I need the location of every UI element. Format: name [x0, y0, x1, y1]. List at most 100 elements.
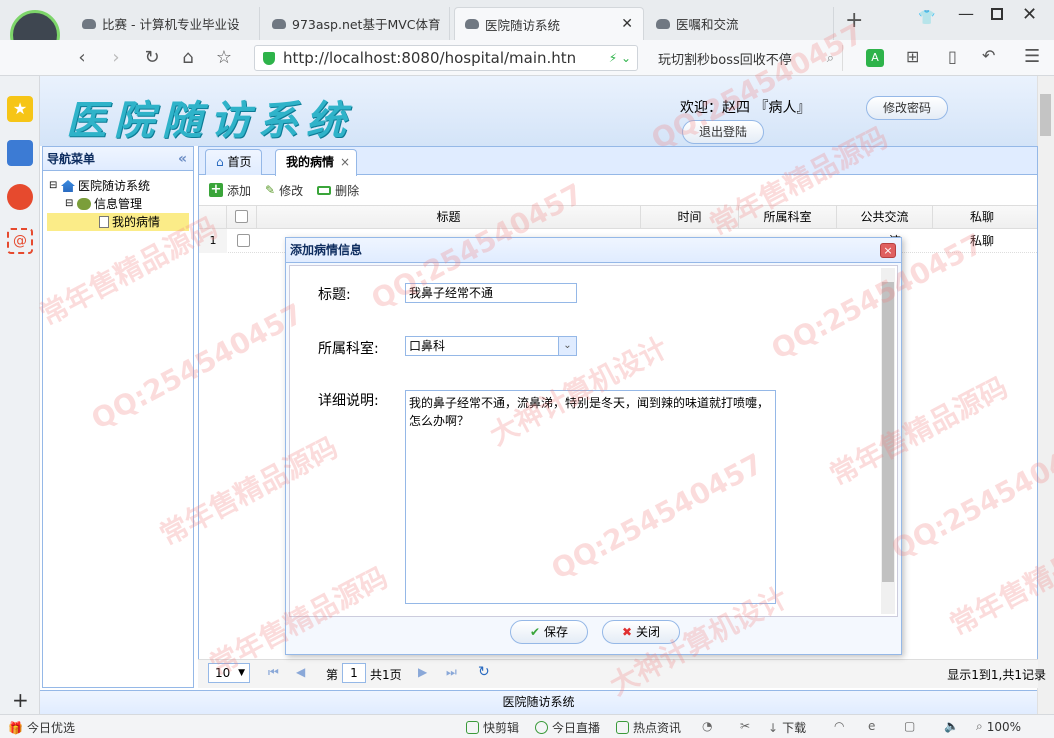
tree-node-root[interactable]: ⊟ 医院随访系统: [43, 177, 193, 195]
add-button[interactable]: + 添加: [209, 182, 251, 199]
address-bar[interactable]: http://localhost:8080/hospital/main.htn ⚡…: [254, 45, 638, 71]
grid-toolbar: + 添加 ✎ 修改 删除: [199, 175, 1037, 205]
minimize-icon[interactable]: —: [958, 4, 974, 23]
tools-icon: [77, 198, 91, 210]
edit-button[interactable]: ✎ 修改: [265, 182, 303, 199]
forward-icon[interactable]: ›: [104, 46, 128, 70]
tab-close-icon[interactable]: ✕: [621, 16, 633, 32]
reader-icon[interactable]: ▯: [948, 47, 957, 66]
page-scrollbar[interactable]: [1037, 76, 1054, 714]
sound-icon[interactable]: 🔈: [944, 719, 959, 733]
zoom-level[interactable]: ⌕ 100%: [976, 719, 1021, 734]
browser-tab-active[interactable]: 医院随访系统 ✕: [454, 7, 644, 40]
prev-page-icon[interactable]: ◀: [296, 665, 305, 679]
tab-favicon-icon: [272, 18, 286, 29]
refresh-icon[interactable]: ↻: [478, 664, 490, 680]
document-icon: [99, 216, 109, 228]
tab-close-icon[interactable]: ×: [340, 150, 350, 174]
change-password-button[interactable]: 修改密码: [866, 96, 948, 120]
tree-node-info-mgmt[interactable]: ⊟ 信息管理: [43, 195, 193, 213]
today-picks[interactable]: 🎁 今日优选: [8, 719, 75, 736]
tab-home[interactable]: ⌂ 首页: [205, 149, 263, 175]
tree-node-my-condition[interactable]: 我的病情: [47, 213, 189, 231]
system-title: 医院随访系统: [66, 97, 354, 144]
detail-label: 详细说明:: [318, 393, 379, 409]
nav-panel-title: 导航菜单 «: [43, 147, 193, 171]
browser-tab[interactable]: 比赛 - 计算机专业毕业设: [72, 7, 260, 40]
add-icon: +: [209, 182, 223, 197]
logout-button[interactable]: 退出登陆: [682, 120, 764, 144]
dialog-scrollbar[interactable]: [881, 268, 895, 614]
apps-icon[interactable]: ⊞: [906, 47, 919, 66]
notes-icon[interactable]: [7, 140, 33, 166]
undo-icon[interactable]: ↶: [982, 46, 995, 65]
browser-tab[interactable]: 973asp.net基于MVC体育: [262, 7, 450, 40]
chevron-down-icon[interactable]: ⌄: [558, 337, 576, 355]
delete-button[interactable]: 删除: [317, 182, 359, 199]
collapse-icon[interactable]: «: [178, 147, 187, 171]
star-icon[interactable]: ☆: [212, 46, 236, 70]
next-page-icon[interactable]: ▶: [418, 665, 427, 679]
translate-icon[interactable]: A: [866, 49, 884, 67]
favorites-star-icon[interactable]: ★: [7, 96, 33, 122]
maximize-icon[interactable]: [991, 8, 1003, 20]
status-quick-edit[interactable]: 快剪辑: [466, 719, 519, 736]
back-icon[interactable]: ‹: [70, 46, 94, 70]
col-public[interactable]: 公共交流: [837, 206, 933, 228]
row-number: 1: [199, 229, 227, 253]
welcome-text: 欢迎：赵四 『病人』: [680, 100, 811, 116]
close-window-icon[interactable]: ✕: [1022, 4, 1037, 25]
title-label: 标题:: [318, 287, 351, 303]
first-page-icon[interactable]: ⏮: [268, 665, 279, 680]
tab-favicon-icon: [465, 19, 479, 29]
page-label: 第: [326, 668, 339, 682]
status-live[interactable]: 今日直播: [535, 719, 600, 736]
lightning-icon[interactable]: ⚡ ⌄: [609, 51, 631, 65]
add-extension-icon[interactable]: +: [12, 688, 29, 712]
gift-icon: 🎁: [8, 720, 23, 735]
search-box[interactable]: 玩切割秒boss回收不停 ⌕: [648, 45, 843, 71]
secure-shield-icon: [263, 51, 275, 65]
detail-textarea[interactable]: 我的鼻子经常不通，流鼻涕，特别是冬天，闻到辣的味道就打喷嚏，怎么办啊？: [405, 390, 776, 604]
select-all-checkbox[interactable]: [227, 206, 257, 228]
department-select[interactable]: 口鼻科 ⌄: [405, 336, 577, 356]
ie-icon[interactable]: e: [868, 719, 875, 733]
status-news[interactable]: 热点资讯: [616, 719, 681, 736]
grid-header: 标题 时间 所属科室 公共交流 私聊: [199, 205, 1037, 229]
dialog-title: 添加病情信息: [286, 238, 901, 263]
title-input[interactable]: 我鼻子经常不通: [405, 283, 577, 303]
col-private[interactable]: 私聊: [933, 206, 1031, 228]
col-title[interactable]: 标题: [257, 206, 641, 228]
cancel-button[interactable]: ✖ 关闭: [602, 620, 680, 644]
content-tabs: ⌂ 首页 我的病情 ×: [199, 147, 1037, 176]
dialog-close-icon[interactable]: ×: [880, 243, 896, 258]
menu-icon[interactable]: ☰: [1024, 46, 1040, 67]
browser-tab[interactable]: 医嘱和交流: [646, 7, 834, 40]
row-checkbox[interactable]: [237, 234, 250, 247]
mail-icon[interactable]: @: [7, 228, 33, 254]
news-icon: [616, 721, 629, 734]
col-department[interactable]: 所属科室: [739, 206, 837, 228]
home-icon[interactable]: ⌂: [176, 46, 200, 70]
save-button[interactable]: ✔ 保存: [510, 620, 588, 644]
col-time[interactable]: 时间: [641, 206, 739, 228]
page-size-select[interactable]: 10 ▼: [208, 663, 250, 683]
tab-my-condition[interactable]: 我的病情 ×: [275, 149, 358, 176]
new-tab-button[interactable]: +: [845, 8, 863, 33]
search-icon[interactable]: ⌕: [827, 51, 834, 66]
row-private-cell[interactable]: 私聊: [933, 229, 1031, 253]
chevron-down-icon: ▼: [238, 668, 245, 678]
scissors-icon[interactable]: ✂: [740, 719, 750, 733]
speed-icon[interactable]: ◔: [702, 719, 712, 733]
home-icon: ⌂: [216, 155, 224, 169]
mask-icon[interactable]: ◠: [834, 719, 844, 733]
dialog-body: 标题: 我鼻子经常不通 所属科室: 口鼻科 ⌄ 详细说明: 我的鼻子经常不通，流鼻…: [289, 265, 898, 617]
download-button[interactable]: ↓ 下载: [768, 719, 806, 736]
tab-favicon-icon: [82, 18, 96, 29]
shirt-icon[interactable]: 👕: [918, 10, 935, 26]
weibo-icon[interactable]: [7, 184, 33, 210]
last-page-icon[interactable]: ⏭: [446, 665, 457, 680]
reload-icon[interactable]: ↻: [140, 46, 164, 70]
page-number-input[interactable]: 1: [342, 663, 366, 683]
window-icon[interactable]: ▢: [904, 719, 915, 733]
